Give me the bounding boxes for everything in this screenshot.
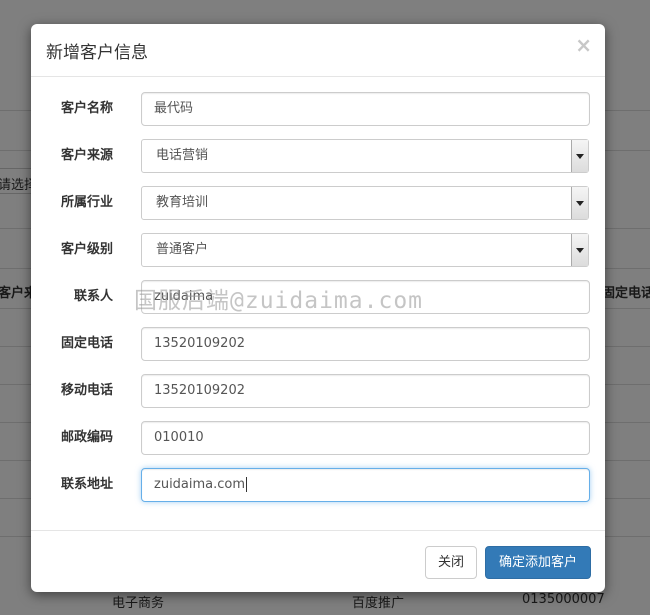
dropdown-button[interactable] xyxy=(571,234,588,266)
dropdown-button[interactable] xyxy=(571,140,588,172)
chevron-down-icon xyxy=(576,154,584,159)
contact-label: 联系人 xyxy=(73,289,113,304)
field-landline: 固定电话 13520109202 xyxy=(31,327,605,361)
customer-level-label: 客户级别 xyxy=(60,242,113,257)
landline-input[interactable]: 13520109202 xyxy=(141,327,590,361)
landline-label: 固定电话 xyxy=(60,336,113,351)
industry-value: 教育培训 xyxy=(156,195,209,210)
customer-source-value: 电话营销 xyxy=(156,148,209,163)
chevron-down-icon xyxy=(576,201,584,206)
customer-source-label: 客户来源 xyxy=(60,148,113,163)
text-cursor xyxy=(246,477,248,492)
field-customer-source: 客户来源 电话营销 xyxy=(31,139,605,173)
customer-source-select[interactable]: 电话营销 xyxy=(141,139,589,173)
chevron-down-icon xyxy=(576,248,584,253)
address-value: zuidaima.com xyxy=(154,477,246,492)
field-industry: 所属行业 教育培训 xyxy=(31,186,605,220)
field-address: 联系地址 zuidaima.com xyxy=(31,468,605,502)
postcode-label: 邮政编码 xyxy=(60,430,113,445)
modal-title: 新增客户信息 xyxy=(46,43,148,63)
modal-footer: 关闭 确定添加客户 xyxy=(31,530,605,592)
customer-level-value: 普通客户 xyxy=(156,242,209,257)
address-label: 联系地址 xyxy=(60,477,113,492)
close-button[interactable]: 关闭 xyxy=(425,546,477,579)
mobile-label: 移动电话 xyxy=(60,383,113,398)
industry-label: 所属行业 xyxy=(60,195,113,210)
field-customer-name: 客户名称 最代码 xyxy=(31,92,605,126)
customer-name-label: 客户名称 xyxy=(60,101,113,116)
mobile-input[interactable]: 13520109202 xyxy=(141,374,590,408)
dropdown-button[interactable] xyxy=(571,187,588,219)
industry-select[interactable]: 教育培训 xyxy=(141,186,589,220)
postcode-input[interactable]: 010010 xyxy=(141,421,590,455)
modal-header: 新增客户信息 × xyxy=(31,24,605,77)
customer-level-select[interactable]: 普通客户 xyxy=(141,233,589,267)
field-customer-level: 客户级别 普通客户 xyxy=(31,233,605,267)
address-input[interactable]: zuidaima.com xyxy=(141,468,590,502)
field-mobile: 移动电话 13520109202 xyxy=(31,374,605,408)
confirm-add-customer-button[interactable]: 确定添加客户 xyxy=(485,546,591,579)
field-postcode: 邮政编码 010010 xyxy=(31,421,605,455)
watermark: 国服后端@zuidaima.com xyxy=(134,288,424,314)
close-icon[interactable]: × xyxy=(575,33,592,57)
customer-name-input[interactable]: 最代码 xyxy=(141,92,590,126)
